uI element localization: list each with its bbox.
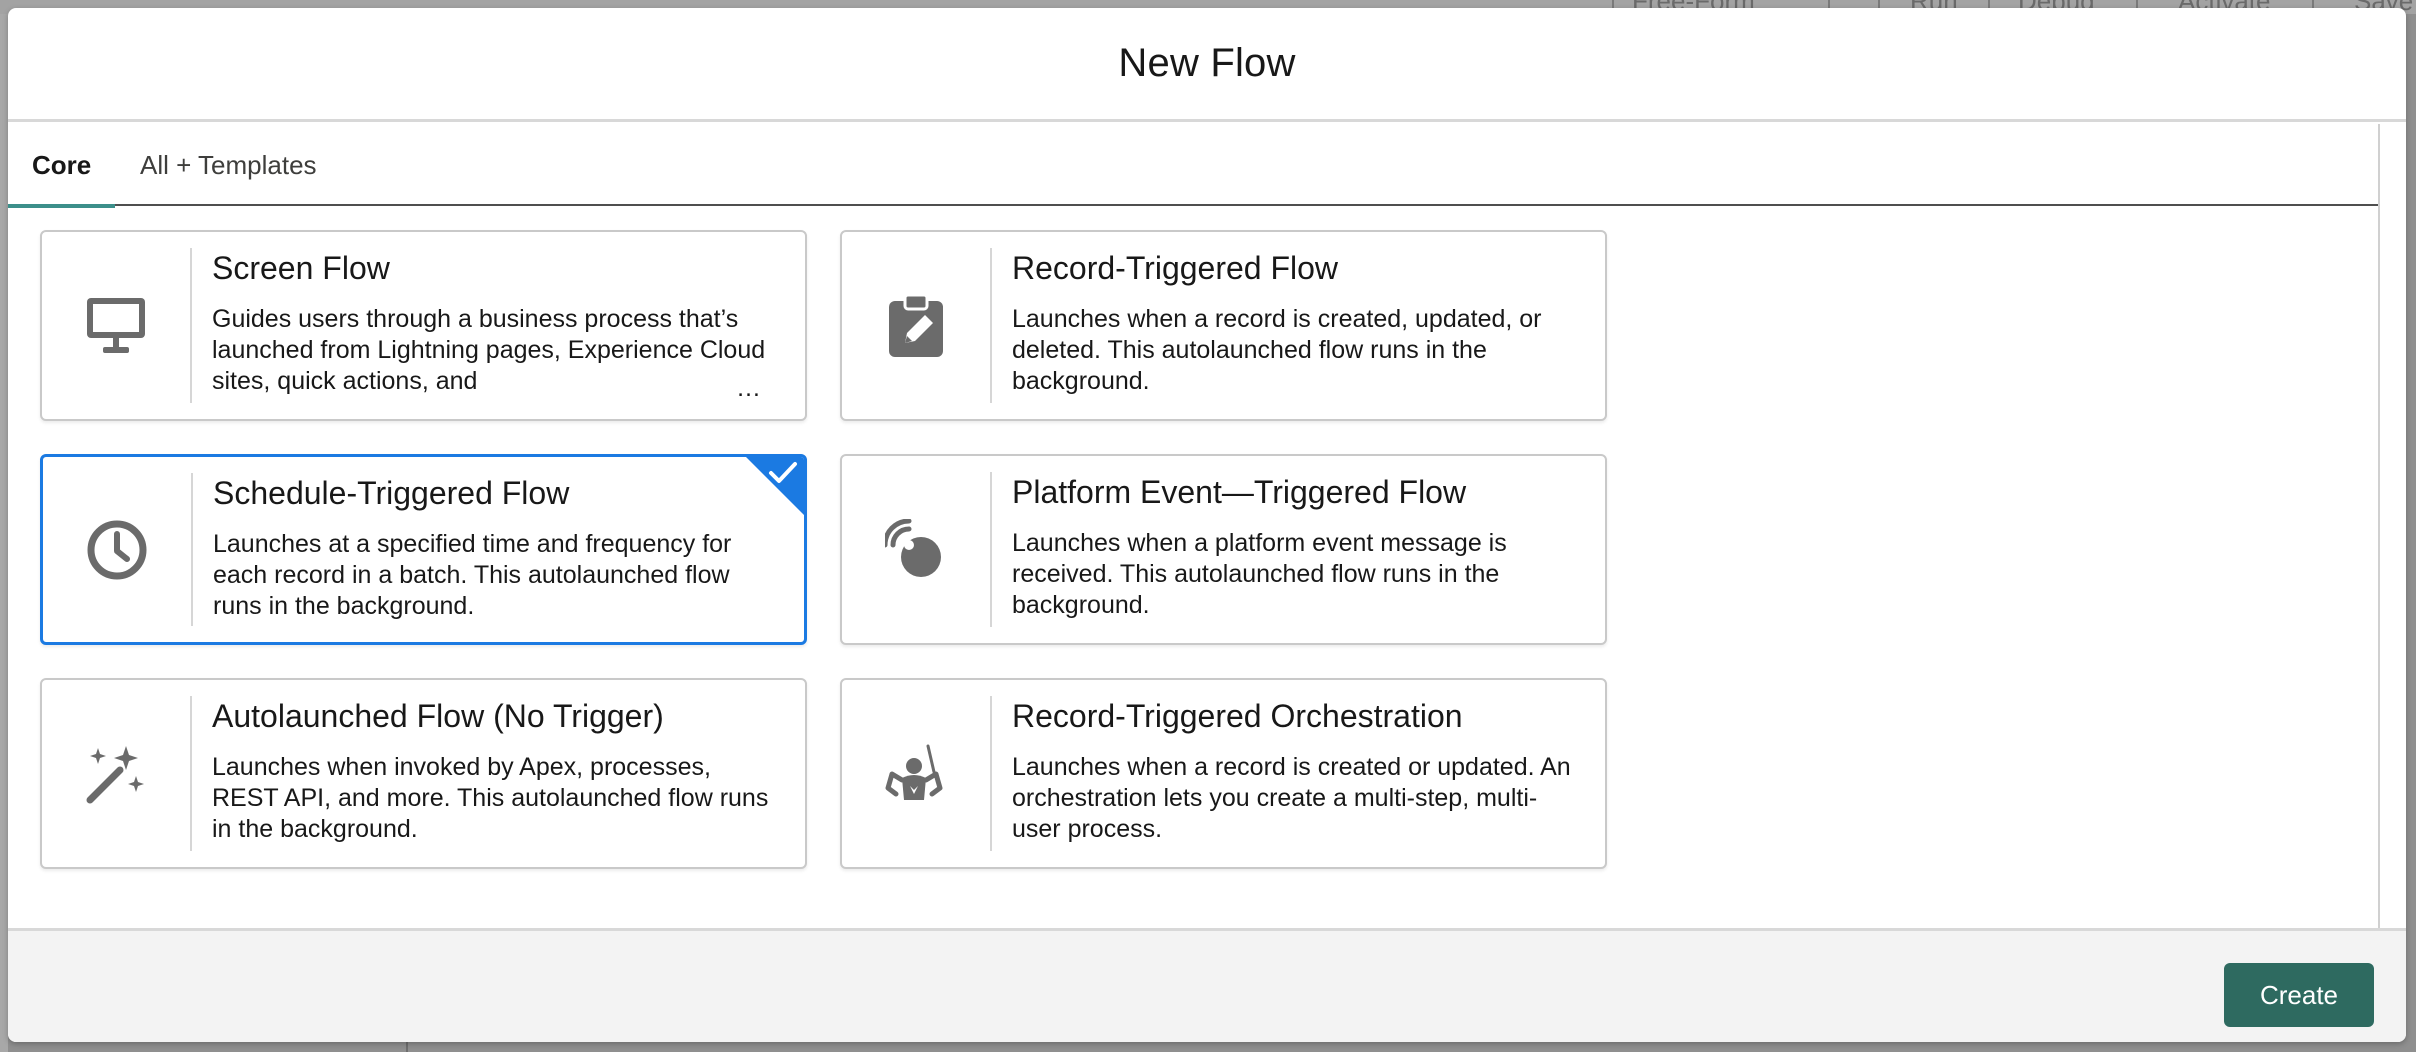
tab-core-label: Core	[32, 149, 92, 180]
card-icon-container	[842, 456, 990, 643]
card-title: Record-Triggered Orchestration	[1012, 698, 1463, 734]
card-title: Platform Event—Triggered Flow	[1012, 474, 1467, 510]
card-body: Screen Flow Guides users through a busin…	[212, 246, 771, 407]
card-icon-container	[42, 232, 190, 419]
modal-title: New Flow	[1118, 41, 1296, 85]
card-body: Schedule-Triggered Flow Launches at a sp…	[213, 471, 770, 630]
tab-all-templates-label: All + Templates	[140, 149, 317, 180]
card-description: Launches at a specified time and frequen…	[213, 530, 732, 620]
card-icon-container	[42, 680, 190, 867]
card-icon-container	[43, 457, 191, 642]
card-body: Record-Triggered Flow Launches when a re…	[1012, 246, 1571, 407]
card-title: Record-Triggered Flow	[1012, 250, 1339, 286]
card-divider	[990, 696, 992, 851]
flow-type-tabs: Core All + Templates	[8, 124, 2378, 208]
card-divider	[191, 473, 193, 626]
card-title: Autolaunched Flow (No Trigger)	[212, 698, 664, 734]
card-divider	[990, 248, 992, 403]
card-icon-container	[842, 680, 990, 867]
clock-icon	[87, 520, 147, 579]
create-button[interactable]: Create	[2224, 963, 2374, 1027]
scroll-edge	[2378, 124, 2380, 928]
tab-all-templates[interactable]: All + Templates	[140, 124, 317, 206]
card-title: Screen Flow	[212, 250, 390, 286]
card-icon-container	[842, 232, 990, 419]
card-divider	[990, 472, 992, 627]
truncation-ellipsis: …	[730, 374, 761, 403]
card-title: Schedule-Triggered Flow	[213, 475, 570, 511]
flow-type-cards: Screen Flow Guides users through a busin…	[8, 208, 2378, 928]
conductor-icon	[885, 744, 943, 800]
clipboard-edit-icon	[889, 293, 943, 357]
new-flow-modal: New Flow Core All + Templates Screen Flo…	[8, 8, 2406, 1042]
card-body: Platform Event—Triggered Flow Launches w…	[1012, 470, 1571, 631]
card-divider	[190, 696, 192, 851]
card-body: Record-Triggered Orchestration Launches …	[1012, 694, 1571, 855]
card-body: Autolaunched Flow (No Trigger) Launches …	[212, 694, 771, 855]
card-platform-event-triggered-flow[interactable]: Platform Event—Triggered Flow Launches w…	[840, 454, 1607, 645]
broadcast-icon	[885, 518, 941, 577]
card-description: Launches when a record is created or upd…	[1012, 753, 1571, 843]
card-description: Launches when a record is created, updat…	[1012, 305, 1542, 395]
card-description: Guides users through a business process …	[212, 305, 766, 395]
desktop-icon	[87, 297, 145, 353]
magic-wand-icon	[86, 745, 144, 803]
card-description: Launches when invoked by Apex, processes…	[212, 753, 769, 843]
card-record-triggered-flow[interactable]: Record-Triggered Flow Launches when a re…	[840, 230, 1607, 421]
card-schedule-triggered-flow[interactable]: Schedule-Triggered Flow Launches at a sp…	[40, 454, 807, 645]
modal-footer: Create	[8, 928, 2406, 1042]
card-divider	[190, 248, 192, 403]
background-app-edge	[0, 0, 8, 1052]
card-description: Launches when a platform event message i…	[1012, 529, 1507, 619]
card-autolaunched-flow[interactable]: Autolaunched Flow (No Trigger) Launches …	[40, 678, 807, 869]
card-record-triggered-orchestration[interactable]: Record-Triggered Orchestration Launches …	[840, 678, 1607, 869]
checkmark-icon	[769, 462, 797, 483]
card-screen-flow[interactable]: Screen Flow Guides users through a busin…	[40, 230, 807, 421]
tab-core[interactable]: Core	[8, 124, 116, 208]
modal-header: New Flow	[8, 8, 2406, 122]
